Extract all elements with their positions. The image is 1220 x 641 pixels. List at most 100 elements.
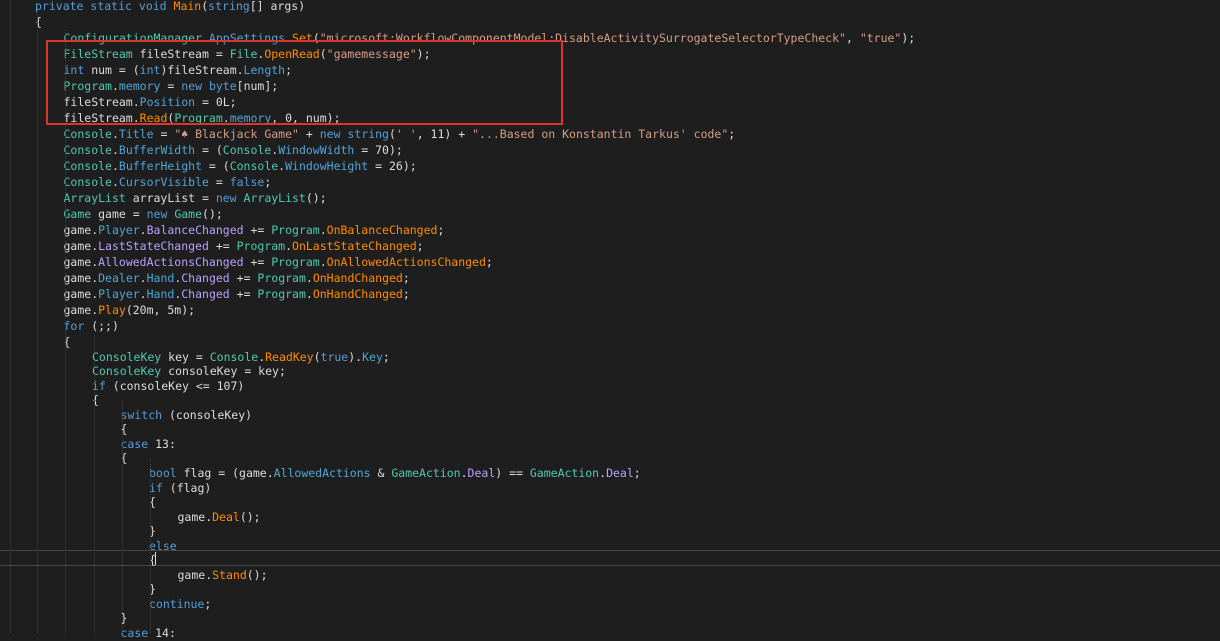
code-token: case	[121, 626, 149, 640]
code-token: Console	[64, 159, 112, 173]
code-token: Program	[257, 271, 305, 285]
code-token: fileStream.	[64, 95, 140, 109]
code-line[interactable]: Console.BufferHeight = (Console.WindowHe…	[64, 158, 1220, 174]
code-line[interactable]: game.Player.Hand.Changed += Program.OnHa…	[64, 286, 1220, 302]
code-token: Program	[257, 287, 305, 301]
code-editor[interactable]: private static void Main(string[] args){…	[0, 0, 1220, 633]
code-token: Program	[237, 239, 285, 253]
indent-guide	[37, 14, 38, 633]
code-line[interactable]: Game game = new Game();	[64, 206, 1220, 222]
code-token: Hand	[147, 287, 175, 301]
code-token: (consoleKey)	[162, 408, 252, 422]
code-token: FileStream	[64, 47, 133, 61]
code-token: key =	[161, 350, 209, 364]
code-line[interactable]: Console.CursorVisible = false;	[64, 174, 1220, 190]
code-line[interactable]: Program.memory = new byte[num];	[64, 78, 1220, 94]
code-line[interactable]: {	[35, 14, 1220, 30]
code-token: []	[250, 0, 271, 13]
code-token: new	[216, 191, 237, 205]
code-token: int	[140, 63, 161, 77]
code-token: Console	[64, 127, 112, 141]
code-token: Read	[140, 111, 168, 125]
code-token: .	[285, 31, 292, 45]
code-token: ConfigurationManager	[64, 31, 202, 45]
code-token: [num];	[237, 79, 279, 93]
code-token: OnHandChanged	[313, 271, 403, 285]
code-line[interactable]: game.Player.BalanceChanged += Program.On…	[64, 222, 1220, 238]
code-token: ();	[247, 568, 268, 582]
code-token: .	[320, 223, 327, 237]
code-line[interactable]: private static void Main(string[] args)	[35, 0, 1220, 14]
indent-guide	[10, 0, 11, 633]
code-token: game.	[64, 287, 99, 301]
code-token: +=	[209, 239, 237, 253]
code-token: ' '	[396, 127, 417, 141]
code-token: Changed	[181, 287, 229, 301]
code-token: game.	[64, 223, 99, 237]
code-token: =	[160, 79, 181, 93]
code-token: string	[208, 0, 250, 13]
code-token: .	[112, 159, 119, 173]
code-token: memory	[230, 111, 272, 125]
code-token: new	[181, 79, 202, 93]
code-token: num = (	[84, 63, 139, 77]
code-token: .	[112, 175, 119, 189]
code-line[interactable]: ArrayList arrayList = new ArrayList();	[64, 190, 1220, 206]
code-token: File	[230, 47, 258, 61]
text-caret	[155, 552, 156, 565]
code-token: Program	[271, 223, 319, 237]
code-token: .	[223, 111, 230, 125]
code-token: game.	[178, 510, 213, 524]
code-line[interactable]: ConfigurationManager.AppSettings.Set("mi…	[64, 30, 1220, 46]
code-token: .	[112, 79, 119, 93]
code-token: .	[306, 271, 313, 285]
code-token: new	[320, 127, 341, 141]
code-token: void	[139, 0, 167, 13]
code-token: Set	[292, 31, 313, 45]
code-token: game.	[64, 271, 99, 285]
code-line[interactable]: game.Play(20m, 5m);	[64, 302, 1220, 318]
code-token: "♠ Blackjack Game"	[174, 127, 299, 141]
code-line[interactable]: case 14:	[121, 625, 1220, 641]
code-token: game.	[64, 303, 99, 317]
code-token: ;	[204, 597, 211, 611]
code-token: Deal	[212, 510, 240, 524]
indent-guide	[94, 335, 95, 633]
code-token: ;	[383, 350, 390, 364]
code-token: Dealer	[98, 271, 140, 285]
code-token: bool	[149, 466, 177, 480]
code-token: .	[461, 466, 468, 480]
code-token: ;	[417, 239, 424, 253]
code-line[interactable]: Console.BufferWidth = (Console.WindowWid…	[64, 142, 1220, 158]
code-token: =	[154, 127, 175, 141]
code-line[interactable]: game.Dealer.Hand.Changed += Program.OnHa…	[64, 270, 1220, 286]
code-line[interactable]: fileStream.Read(Program.memory, 0, num);	[64, 110, 1220, 126]
code-line[interactable]: game.AllowedActionsChanged += Program.On…	[64, 254, 1220, 270]
code-token: Game	[64, 207, 92, 221]
code-token: Console	[223, 143, 271, 157]
code-token: switch	[121, 408, 163, 422]
code-token: true	[321, 350, 349, 364]
code-line[interactable]: FileStream fileStream = File.OpenRead("g…	[64, 46, 1220, 62]
code-line[interactable]: for (;;)	[64, 318, 1220, 334]
code-line[interactable]: game.LastStateChanged += Program.OnLastS…	[64, 238, 1220, 254]
code-token	[237, 191, 244, 205]
code-line[interactable]: int num = (int)fileStream.Length;	[64, 62, 1220, 78]
code-token: );	[417, 47, 431, 61]
code-token: .	[140, 223, 147, 237]
code-token: for	[64, 319, 85, 333]
code-token: = 26);	[368, 159, 416, 173]
code-token: .	[306, 287, 313, 301]
code-line[interactable]: Console.Title = "♠ Blackjack Game" + new…	[64, 126, 1220, 142]
code-token: memory	[119, 79, 161, 93]
code-token: "...Based on Konstantin Tarkus' code"	[472, 127, 728, 141]
code-token: +=	[244, 223, 272, 237]
code-token: .	[285, 239, 292, 253]
code-line[interactable]: fileStream.Position = 0L;	[64, 94, 1220, 110]
code-token: = 70);	[354, 143, 402, 157]
code-token: = 0L;	[195, 95, 237, 109]
code-token: byte	[209, 79, 237, 93]
code-token: string	[347, 127, 389, 141]
code-token: arrayList =	[126, 191, 216, 205]
code-token: args)	[271, 0, 306, 13]
